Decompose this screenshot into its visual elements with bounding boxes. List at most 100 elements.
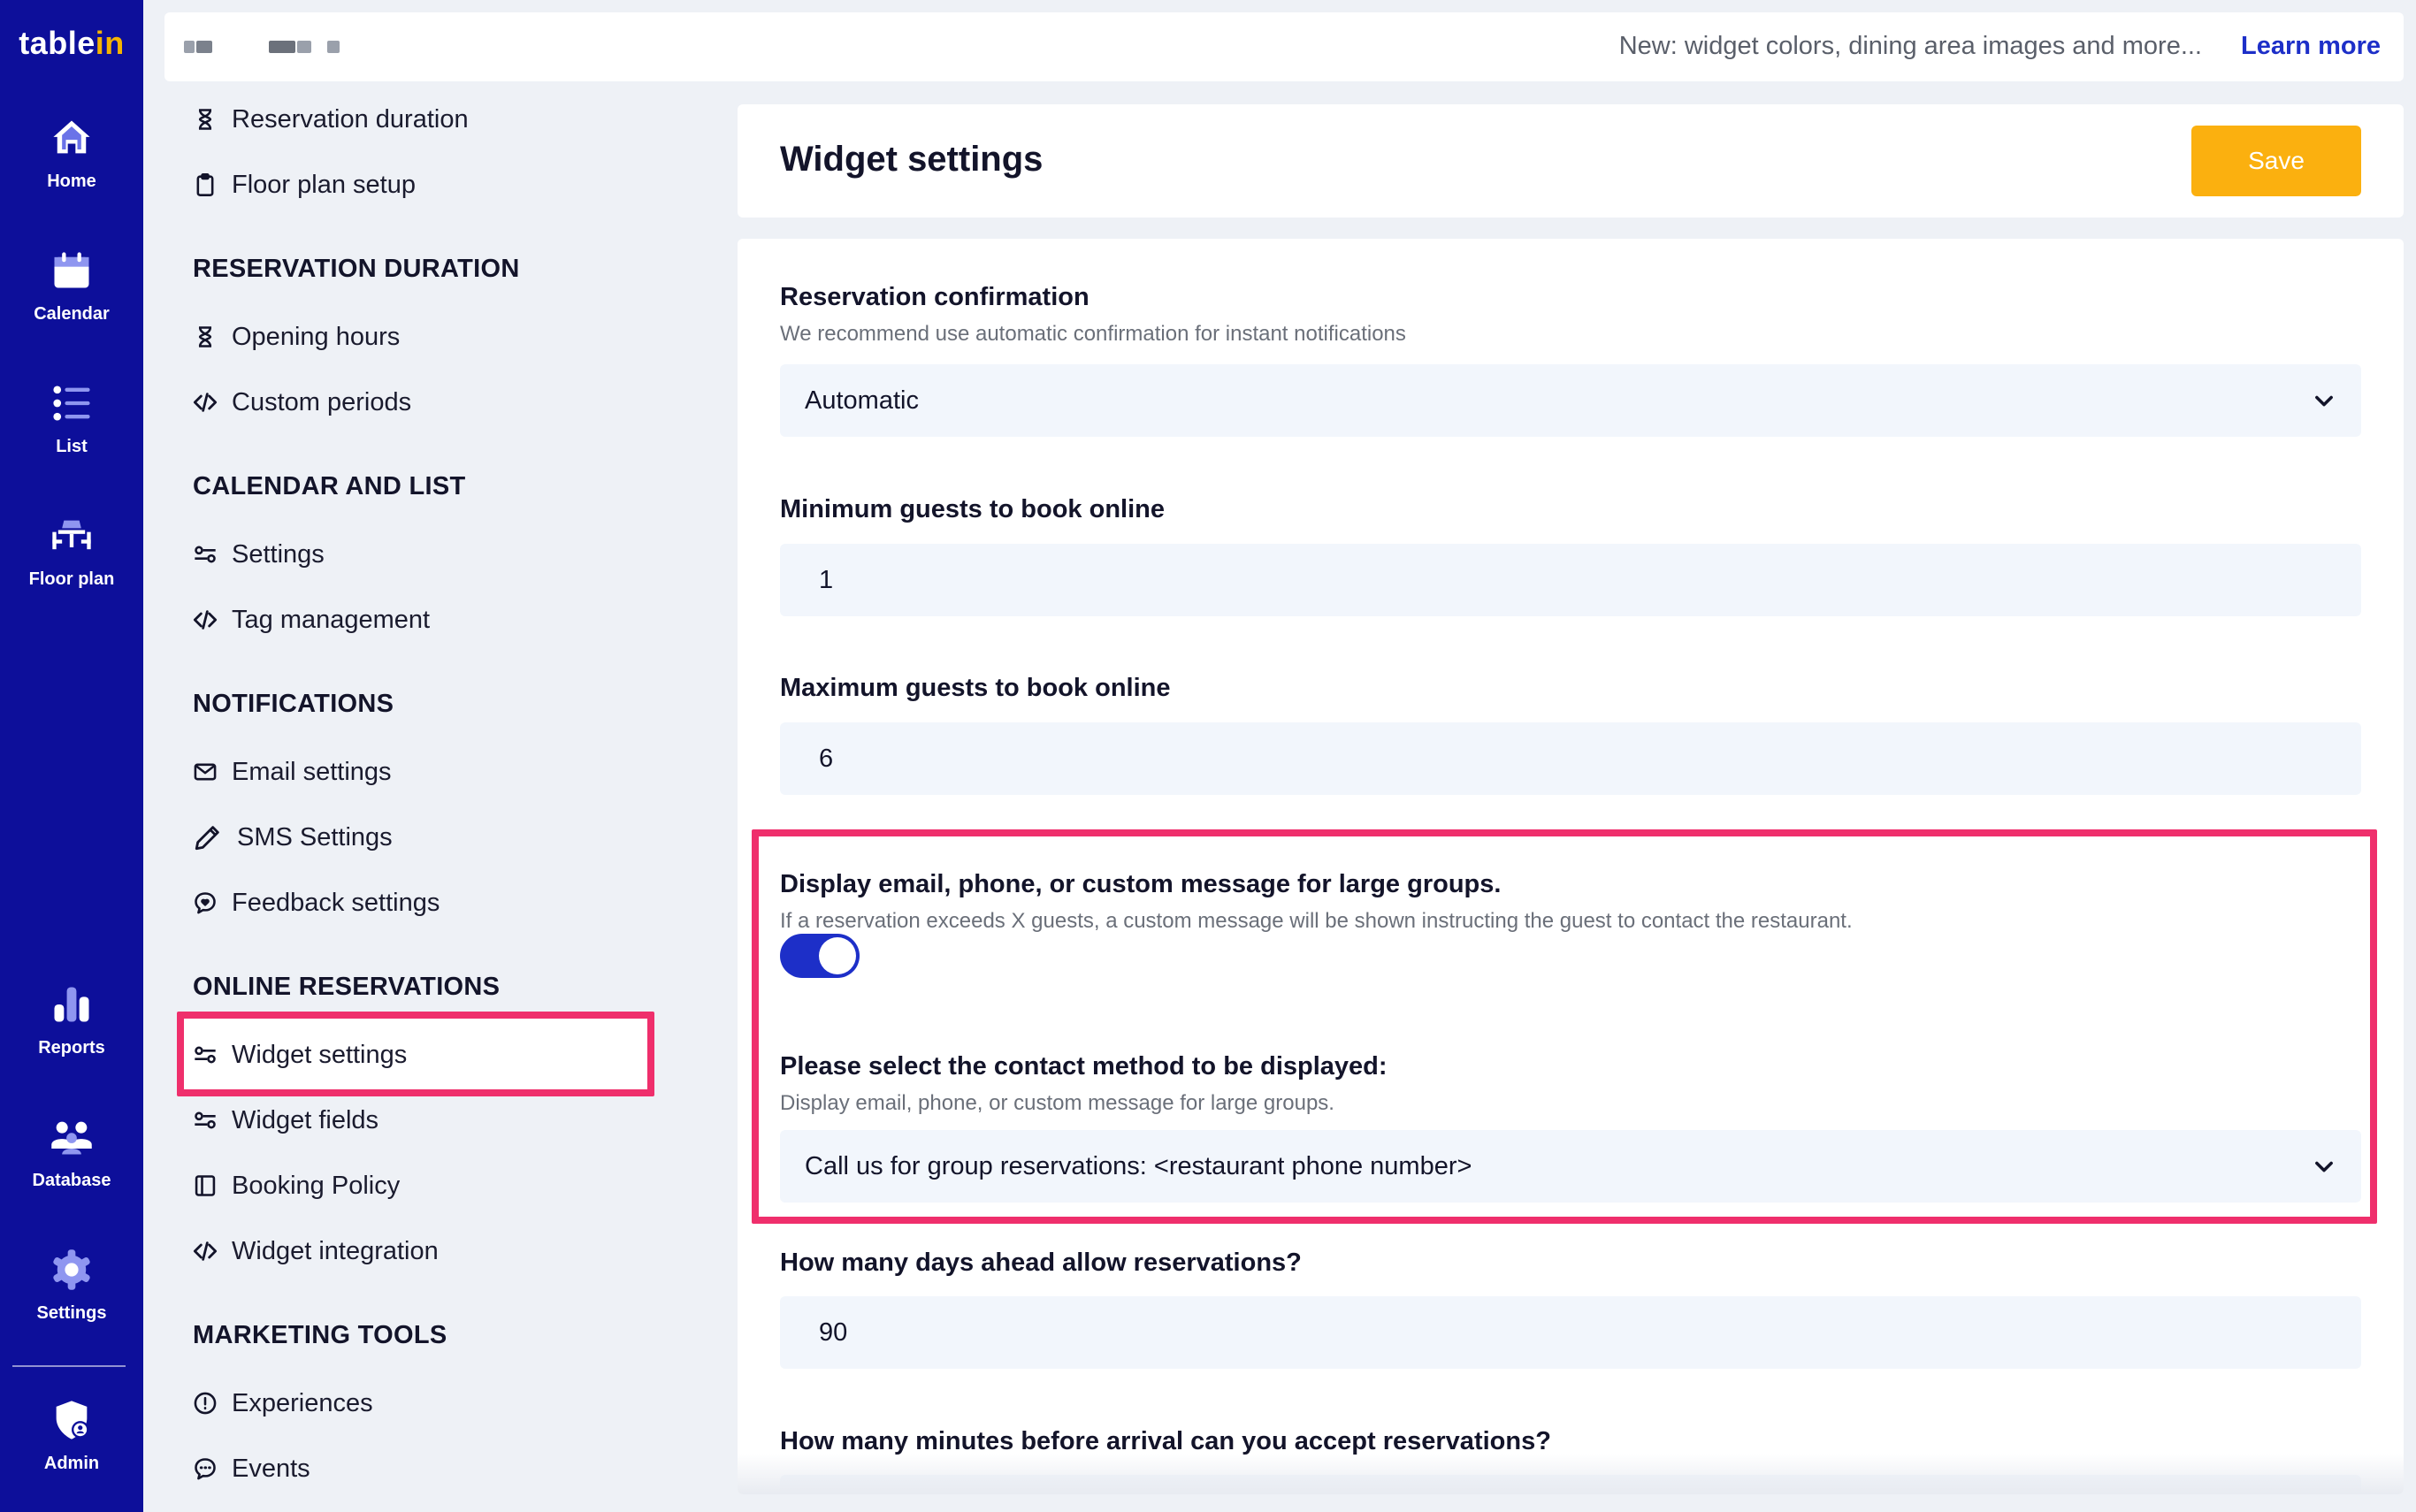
nav-settings-label: Settings — [36, 1303, 107, 1323]
app-logo[interactable]: tablein — [0, 25, 143, 62]
nav-settings[interactable]: Settings — [0, 1247, 143, 1362]
toggle-knob — [819, 937, 856, 974]
min-guests-value: 1 — [819, 565, 834, 594]
max-guests-value: 6 — [819, 744, 834, 773]
menu-item-opening-hours[interactable]: Opening hours — [193, 312, 400, 362]
nav-database-label: Database — [32, 1171, 111, 1190]
code-icon — [193, 393, 218, 412]
learn-more-link[interactable]: Learn more — [2241, 32, 2381, 61]
large-groups-hint: If a reservation exceeds X guests, a cus… — [780, 909, 1853, 933]
redacted-breadcrumb — [184, 41, 195, 53]
nav-admin-label: Admin — [43, 1454, 100, 1473]
menu-item-sms-settings[interactable]: SMS Settings — [193, 813, 393, 862]
code-icon — [193, 610, 218, 630]
nav-reports-label: Reports — [38, 1038, 105, 1058]
confirmation-select-value: Automatic — [805, 386, 919, 415]
settings-submenu: Reservation duration Floor plan setup RE… — [164, 88, 713, 1512]
menu-item-tag-management[interactable]: Tag management — [193, 595, 430, 645]
page-title: Widget settings — [780, 140, 1044, 179]
max-guests-label: Maximum guests to book online — [780, 674, 1171, 702]
hourglass-icon — [198, 326, 212, 347]
menu-item-custom-periods[interactable]: Custom periods — [193, 378, 411, 427]
menu-item-booking-policy[interactable]: Booking Policy — [193, 1161, 400, 1210]
redacted-breadcrumb — [297, 41, 311, 53]
book-icon — [195, 1175, 216, 1196]
contact-method-select[interactable]: Call us for group reservations: <restaur… — [780, 1130, 2361, 1203]
redacted-breadcrumb — [327, 41, 340, 53]
menu-item-feedback-settings[interactable]: Feedback settings — [193, 878, 440, 928]
main-nav-rail: tablein Home Calendar List Floor plan Re… — [0, 0, 143, 1512]
code-icon — [193, 1241, 218, 1261]
gear-icon — [53, 1249, 90, 1290]
nav-calendar[interactable]: Calendar — [0, 248, 143, 363]
hourglass-icon — [198, 109, 212, 130]
menu-item-reservation-duration[interactable]: Reservation duration — [193, 95, 469, 144]
section-title-marketing-tools: MARKETING TOOLS — [193, 1321, 447, 1349]
large-groups-toggle[interactable] — [780, 934, 860, 978]
confirmation-hint: We recommend use automatic confirmation … — [780, 322, 1406, 346]
section-title-online-reservations: ONLINE RESERVATIONS — [193, 973, 501, 1001]
menu-item-widget-fields[interactable]: Widget fields — [193, 1096, 378, 1145]
menu-item-events[interactable]: Events — [193, 1444, 310, 1493]
chevron-down-icon — [2315, 395, 2333, 407]
home-icon — [53, 120, 90, 154]
nav-reports[interactable]: Reports — [0, 981, 143, 1096]
save-button[interactable]: Save — [2191, 126, 2361, 196]
redacted-breadcrumb — [196, 41, 212, 53]
nav-calendar-label: Calendar — [34, 304, 110, 324]
nav-admin[interactable]: Admin — [0, 1397, 143, 1512]
nav-database[interactable]: Database — [0, 1114, 143, 1229]
alert-circle-icon — [194, 1392, 217, 1415]
announcement-bar: New: widget colors, dining area images a… — [164, 12, 2404, 81]
min-guests-input[interactable]: 1 — [780, 544, 2361, 616]
bar-chart-icon — [54, 987, 89, 1022]
chevron-down-icon — [2315, 1161, 2333, 1172]
shield-user-icon — [56, 1401, 89, 1439]
large-groups-label: Display email, phone, or custom message … — [780, 870, 1502, 898]
widget-settings-form: Reservation confirmation We recommend us… — [738, 239, 2404, 1494]
max-guests-input[interactable]: 6 — [780, 722, 2361, 795]
confirmation-label: Reservation confirmation — [780, 283, 1089, 311]
menu-item-calendar-settings[interactable]: Settings — [193, 530, 325, 579]
confirmation-select[interactable]: Automatic — [780, 364, 2361, 437]
nav-floor-plan-label: Floor plan — [28, 569, 115, 589]
pencil-icon — [195, 826, 219, 851]
list-icon — [53, 386, 90, 421]
section-title-notifications: NOTIFICATIONS — [193, 690, 394, 718]
users-icon — [51, 1121, 92, 1155]
page-header: Widget settings Save — [738, 104, 2404, 218]
section-title-calendar-and-list: CALENDAR AND LIST — [193, 472, 466, 500]
calendar-icon — [54, 252, 89, 288]
clipboard-icon — [196, 173, 214, 196]
chat-heart-icon — [195, 892, 216, 914]
sliders-icon — [195, 1111, 216, 1129]
minutes-before-label: How many minutes before arrival can you … — [780, 1427, 1551, 1455]
nav-home[interactable]: Home — [0, 115, 143, 230]
days-ahead-label: How many days ahead allow reservations? — [780, 1249, 1302, 1277]
days-ahead-input[interactable]: 90 — [780, 1296, 2361, 1369]
sliders-icon — [195, 1046, 216, 1064]
announcement-text: New: widget colors, dining area images a… — [1618, 32, 2202, 60]
menu-item-widget-settings[interactable]: Widget settings — [193, 1030, 407, 1080]
menu-item-floor-plan-setup[interactable]: Floor plan setup — [193, 160, 416, 210]
menu-item-email-settings[interactable]: Email settings — [193, 747, 392, 797]
min-guests-label: Minimum guests to book online — [780, 495, 1165, 523]
mail-icon — [194, 763, 217, 781]
scroll-fade — [738, 1454, 2404, 1494]
nav-list-label: List — [56, 437, 88, 456]
contact-method-label: Please select the contact method to be d… — [780, 1052, 1388, 1081]
sliders-icon — [195, 546, 216, 563]
nav-divider — [12, 1365, 126, 1367]
days-ahead-value: 90 — [819, 1317, 848, 1347]
floor-plan-icon — [52, 520, 91, 550]
nav-home-label: Home — [47, 172, 96, 191]
redacted-breadcrumb — [269, 41, 295, 53]
contact-method-select-value: Call us for group reservations: <restaur… — [805, 1151, 1472, 1180]
menu-item-experiences[interactable]: Experiences — [193, 1378, 373, 1428]
nav-floor-plan[interactable]: Floor plan — [0, 513, 143, 628]
chat-bubble-icon — [195, 1458, 216, 1480]
nav-list[interactable]: List — [0, 380, 143, 495]
section-title-reservation-duration: RESERVATION DURATION — [193, 255, 520, 283]
contact-method-hint: Display email, phone, or custom message … — [780, 1091, 1334, 1115]
menu-item-widget-integration[interactable]: Widget integration — [193, 1226, 439, 1276]
